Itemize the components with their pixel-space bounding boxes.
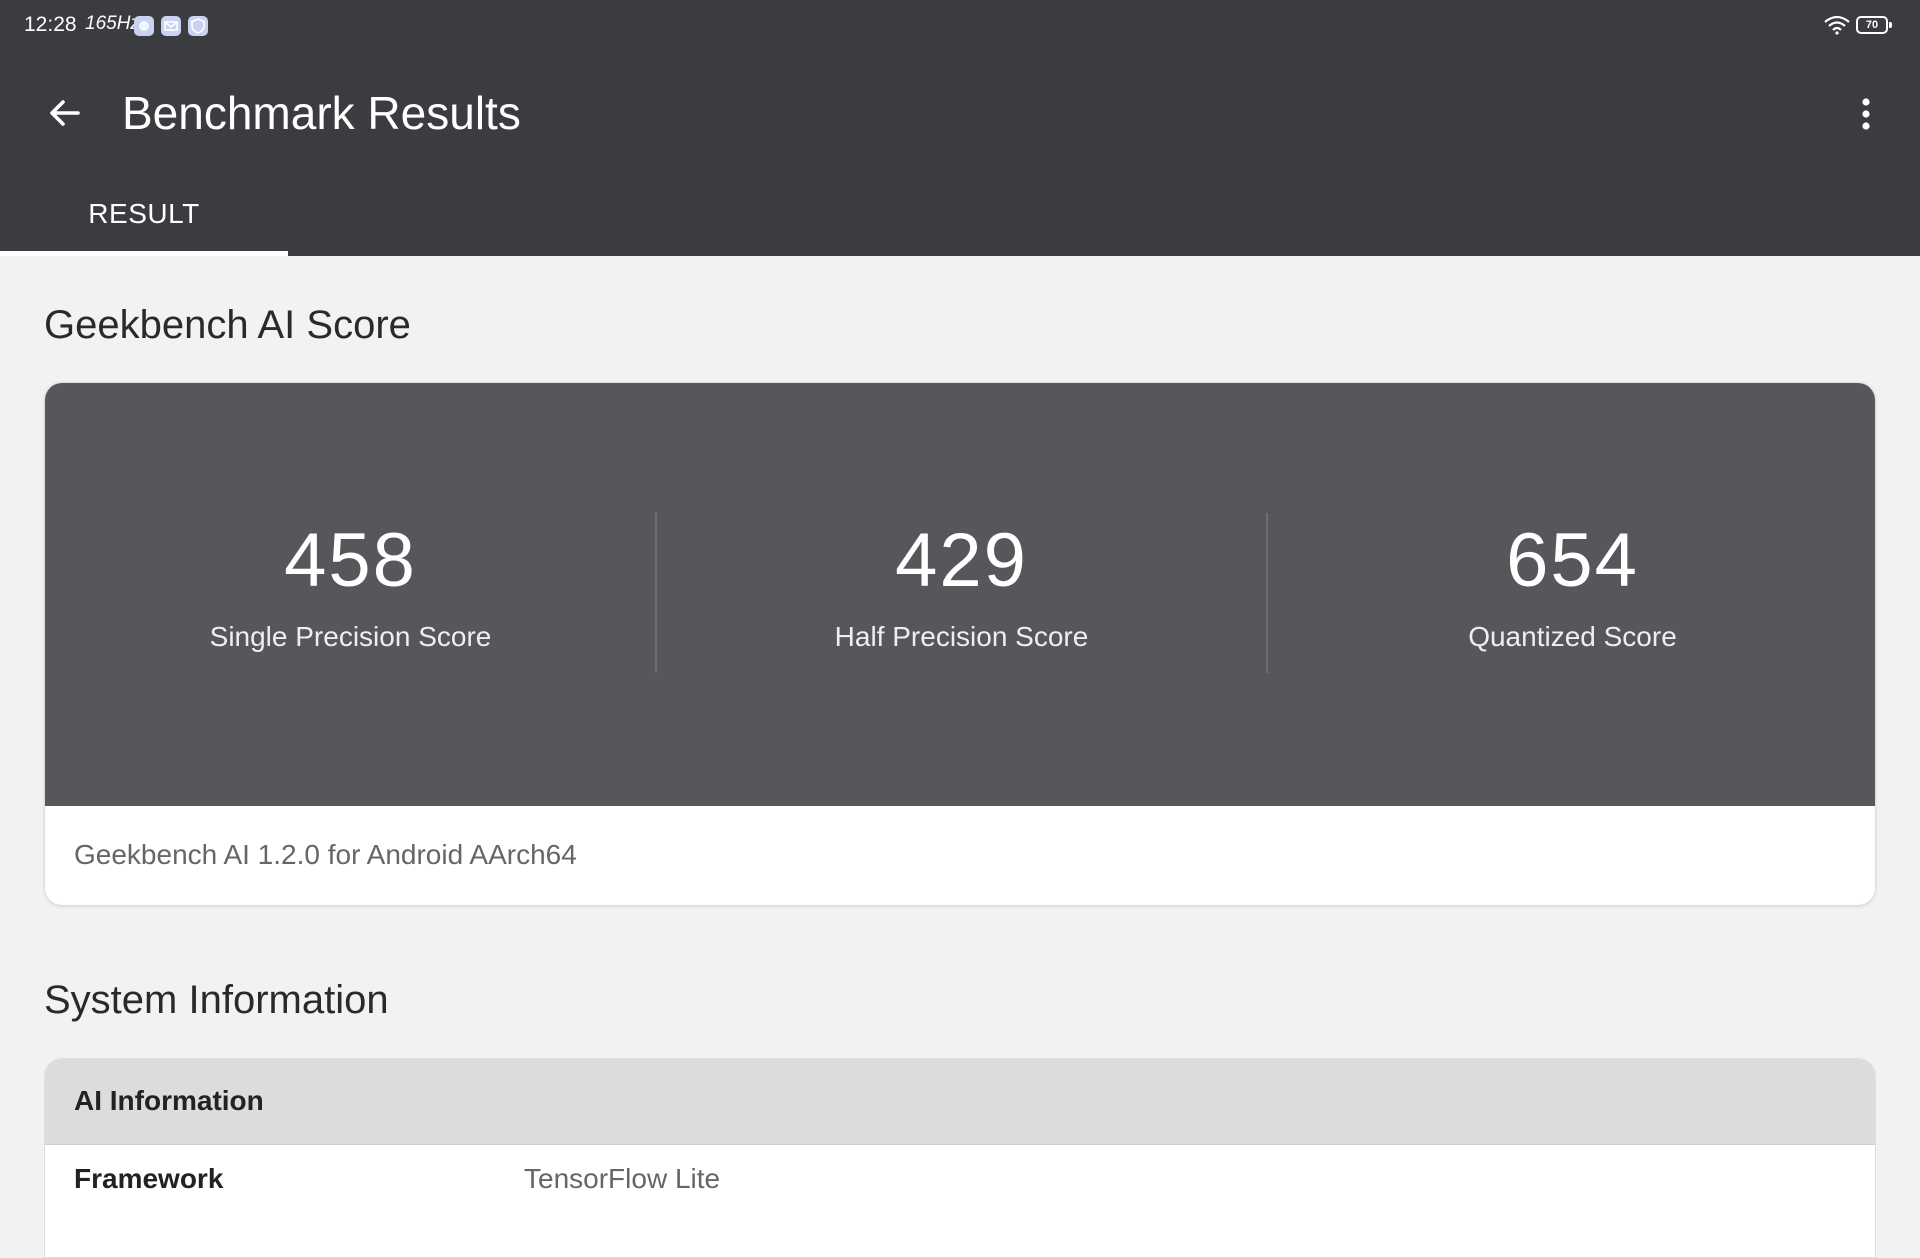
system-info-card: AI Information Framework TensorFlow Lite [44, 1058, 1876, 1258]
arrow-left-icon [50, 100, 80, 126]
mail-icon [161, 16, 181, 36]
more-vertical-icon [1862, 98, 1870, 130]
status-bar: 12:28 165Hz 70 [0, 0, 1920, 52]
system-section-title: System Information [44, 978, 389, 1022]
score-label: Half Precision Score [834, 621, 1089, 652]
info-row-value: TensorFlow Lite [524, 1163, 721, 1194]
more-options-button[interactable] [1838, 86, 1894, 142]
score-label: Quantized Score [1468, 621, 1677, 652]
score-value: 429 [895, 518, 1028, 603]
tab-result-label: RESULT [88, 198, 200, 229]
score-panel: 458 Single Precision Score 429 Half Prec… [45, 383, 1875, 806]
tab-result[interactable]: RESULT [0, 180, 288, 256]
tab-active-indicator [0, 251, 288, 256]
score-value: 458 [284, 518, 417, 603]
benchmark-version: Geekbench AI 1.2.0 for Android AArch64 [74, 839, 577, 870]
table-row: Framework TensorFlow Lite [45, 1145, 1875, 1217]
back-button[interactable] [38, 86, 92, 140]
score-section-title: Geekbench AI Score [44, 303, 411, 347]
single-precision-score: 458 Single Precision Score [45, 383, 656, 806]
score-label: Single Precision Score [209, 621, 492, 652]
page-title: Benchmark Results [122, 87, 521, 139]
score-value: 654 [1506, 518, 1639, 603]
refresh-rate-indicator: 165Hz [85, 13, 140, 34]
app-notification-icon [134, 16, 154, 36]
app-bar: 12:28 165Hz 70 Benchmark Results RESULT [0, 0, 1920, 256]
info-row-key: Framework [74, 1163, 224, 1194]
quantized-score: 654 Quantized Score [1267, 383, 1875, 806]
half-precision-score: 429 Half Precision Score [656, 383, 1267, 806]
score-card: 458 Single Precision Score 429 Half Prec… [44, 382, 1876, 906]
wifi-icon [1824, 15, 1850, 35]
info-group-title: AI Information [74, 1085, 264, 1116]
shield-icon [188, 16, 208, 36]
info-group-header: AI Information [45, 1059, 1875, 1145]
battery-icon: 70 [1856, 16, 1892, 34]
status-time: 12:28 [24, 13, 77, 36]
